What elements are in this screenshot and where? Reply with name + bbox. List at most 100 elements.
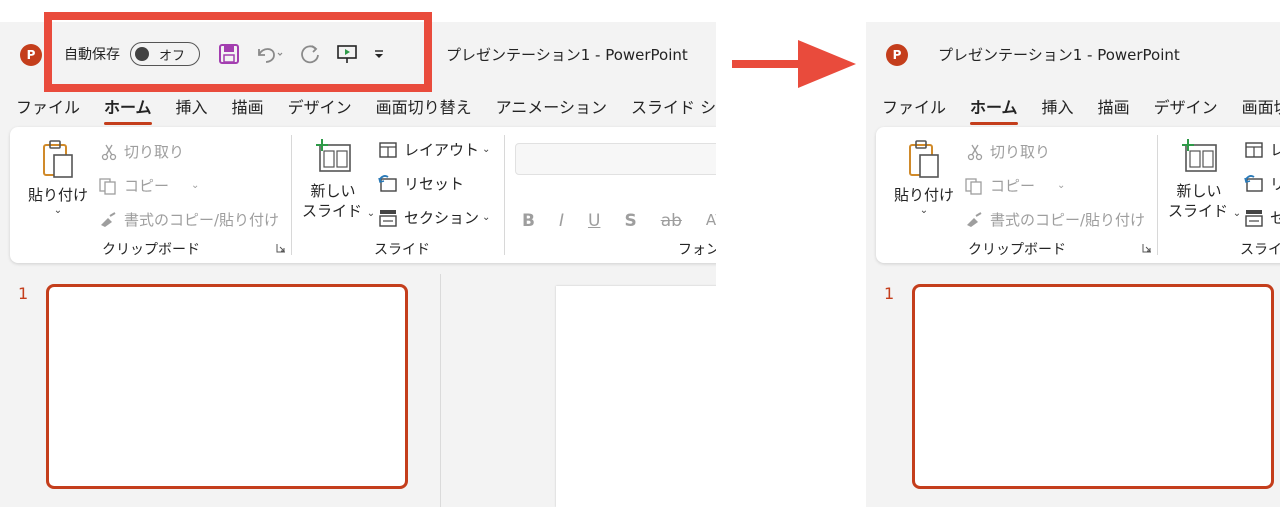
format-painter-label: 書式のコピー/貼り付け bbox=[990, 211, 1146, 229]
powerpoint-logo-icon: P bbox=[886, 44, 908, 66]
powerpoint-window-before: P 自動保存 オフ プレゼンテーション1 - PowerPoint ファイル ホ… bbox=[0, 22, 716, 507]
paste-label: 貼り付け bbox=[894, 186, 955, 204]
arrow-shaft bbox=[732, 60, 802, 68]
section-icon bbox=[1245, 209, 1263, 227]
layout-icon bbox=[379, 141, 397, 158]
title-bar: P プレゼンテーション1 - PowerPoint bbox=[866, 22, 1280, 86]
reset-button[interactable]: リセット bbox=[378, 173, 464, 194]
new-slide-label-line2: スライド ⌄ bbox=[1168, 202, 1242, 220]
font-name-box[interactable] bbox=[515, 143, 716, 175]
tab-home[interactable]: ホーム bbox=[104, 94, 152, 125]
ribbon-home: 貼り付け ⌄ 切り取り コピー ⌄ 書式のコピー/貼り付け クリップボード 新し… bbox=[876, 127, 1280, 263]
underline-button[interactable]: U bbox=[588, 211, 600, 231]
section-button[interactable]: セクション ⌄ bbox=[378, 207, 490, 228]
new-slide-label-line2: スライド ⌄ bbox=[302, 202, 376, 220]
pane-divider[interactable] bbox=[440, 274, 441, 507]
dialog-launcher-icon[interactable] bbox=[276, 243, 286, 253]
section-button[interactable]: セ bbox=[1244, 207, 1280, 228]
tab-file[interactable]: ファイル bbox=[882, 94, 946, 122]
format-painter-label: 書式のコピー/貼り付け bbox=[124, 211, 280, 229]
italic-button[interactable]: I bbox=[559, 211, 564, 231]
new-slide-button[interactable]: 新しい スライド ⌄ bbox=[302, 137, 376, 224]
tab-draw[interactable]: 描画 bbox=[232, 94, 264, 122]
slide-canvas[interactable] bbox=[556, 286, 716, 507]
arrow-right-icon bbox=[798, 40, 856, 88]
new-slide-icon bbox=[1182, 139, 1217, 172]
paste-button[interactable]: 貼り付け ⌄ bbox=[894, 139, 954, 216]
layout-button[interactable]: レイアウト ⌄ bbox=[378, 139, 490, 160]
format-painter-button[interactable]: 書式のコピー/貼り付け bbox=[964, 209, 1145, 230]
chevron-down-icon: ⌄ bbox=[482, 212, 491, 223]
copy-icon bbox=[99, 177, 116, 195]
character-spacing-button[interactable]: AV bbox=[706, 211, 716, 231]
section-icon bbox=[379, 209, 397, 227]
section-label: セクション bbox=[404, 209, 480, 227]
scissors-icon bbox=[967, 144, 983, 160]
chevron-down-icon: ⌄ bbox=[482, 144, 491, 155]
copy-button[interactable]: コピー ⌄ bbox=[964, 175, 1065, 196]
tab-design[interactable]: デザイン bbox=[1154, 94, 1218, 122]
group-divider bbox=[291, 135, 292, 255]
tab-design[interactable]: デザイン bbox=[288, 94, 352, 122]
layout-button[interactable]: レ bbox=[1244, 139, 1280, 160]
dialog-launcher-icon[interactable] bbox=[1142, 243, 1152, 253]
window-title: プレゼンテーション1 - PowerPoint bbox=[446, 46, 688, 64]
tab-slideshow[interactable]: スライド ショー bbox=[631, 94, 716, 122]
copy-label: コピー bbox=[124, 177, 170, 195]
tab-insert[interactable]: 挿入 bbox=[1042, 94, 1074, 122]
section-label: セ bbox=[1270, 209, 1280, 227]
new-slide-label-line1: 新しい bbox=[310, 182, 356, 200]
layout-label: レイアウト bbox=[404, 141, 480, 159]
tab-insert[interactable]: 挿入 bbox=[176, 94, 208, 122]
tab-home[interactable]: ホーム bbox=[970, 94, 1018, 125]
layout-icon bbox=[1245, 141, 1263, 158]
group-divider bbox=[1157, 135, 1158, 255]
paintbrush-icon bbox=[101, 211, 116, 227]
new-slide-label-line1: 新しい bbox=[1176, 182, 1222, 200]
highlight-box bbox=[44, 12, 432, 92]
reset-label: リセット bbox=[404, 175, 465, 193]
layout-label: レ bbox=[1270, 141, 1280, 159]
clipboard-icon bbox=[43, 140, 73, 178]
powerpoint-window-after: P プレゼンテーション1 - PowerPoint ファイル ホーム 挿入 描画… bbox=[866, 22, 1280, 507]
reset-label: リ bbox=[1270, 175, 1280, 193]
cut-button[interactable]: 切り取り bbox=[966, 141, 1050, 162]
font-group-label: フォン bbox=[678, 242, 716, 258]
strikethrough-button[interactable]: ab bbox=[661, 211, 682, 231]
ribbon-tabs: ファイル ホーム 挿入 描画 デザイン 画面切 bbox=[882, 94, 1280, 125]
new-slide-button[interactable]: 新しい スライド ⌄ bbox=[1168, 137, 1242, 224]
reset-button[interactable]: リ bbox=[1244, 173, 1280, 194]
scissors-icon bbox=[101, 144, 117, 160]
ribbon-home: 貼り付け ⌄ 切り取り コピー ⌄ 書式のコピー/貼り付け クリップボード 新し… bbox=[10, 127, 716, 263]
chevron-down-icon: ⌄ bbox=[191, 180, 200, 191]
slide-number: 1 bbox=[18, 284, 29, 303]
group-divider bbox=[504, 135, 505, 255]
slides-group-label: スライ bbox=[1240, 242, 1280, 258]
slide-thumbnail[interactable] bbox=[912, 284, 1274, 489]
copy-button[interactable]: コピー ⌄ bbox=[98, 175, 199, 196]
tab-draw[interactable]: 描画 bbox=[1098, 94, 1130, 122]
clipboard-group-label: クリップボード bbox=[968, 242, 1066, 258]
paste-button[interactable]: 貼り付け ⌄ bbox=[28, 139, 88, 216]
ribbon-tabs: ファイル ホーム 挿入 描画 デザイン 画面切り替え アニメーション スライド … bbox=[16, 94, 716, 125]
tab-file[interactable]: ファイル bbox=[16, 94, 80, 122]
tab-transitions[interactable]: 画面切 bbox=[1242, 94, 1280, 122]
tab-animations[interactable]: アニメーション bbox=[496, 94, 607, 122]
clipboard-icon bbox=[909, 140, 939, 178]
reset-icon bbox=[1244, 174, 1263, 192]
new-slide-icon bbox=[316, 139, 351, 172]
copy-label: コピー bbox=[990, 177, 1036, 195]
paste-label: 貼り付け bbox=[28, 186, 89, 204]
chevron-down-icon: ⌄ bbox=[53, 205, 63, 216]
format-painter-button[interactable]: 書式のコピー/貼り付け bbox=[98, 209, 279, 230]
clipboard-group-label: クリップボード bbox=[102, 242, 200, 258]
slides-group-label: スライド bbox=[374, 242, 430, 258]
bold-button[interactable]: B bbox=[522, 211, 535, 231]
chevron-down-icon: ⌄ bbox=[1057, 180, 1066, 191]
shadow-button[interactable]: S bbox=[624, 211, 636, 231]
slide-thumbnail[interactable] bbox=[46, 284, 408, 489]
window-title: プレゼンテーション1 - PowerPoint bbox=[938, 46, 1180, 64]
cut-button[interactable]: 切り取り bbox=[100, 141, 184, 162]
powerpoint-logo-icon: P bbox=[20, 44, 42, 66]
tab-transitions[interactable]: 画面切り替え bbox=[376, 94, 472, 122]
